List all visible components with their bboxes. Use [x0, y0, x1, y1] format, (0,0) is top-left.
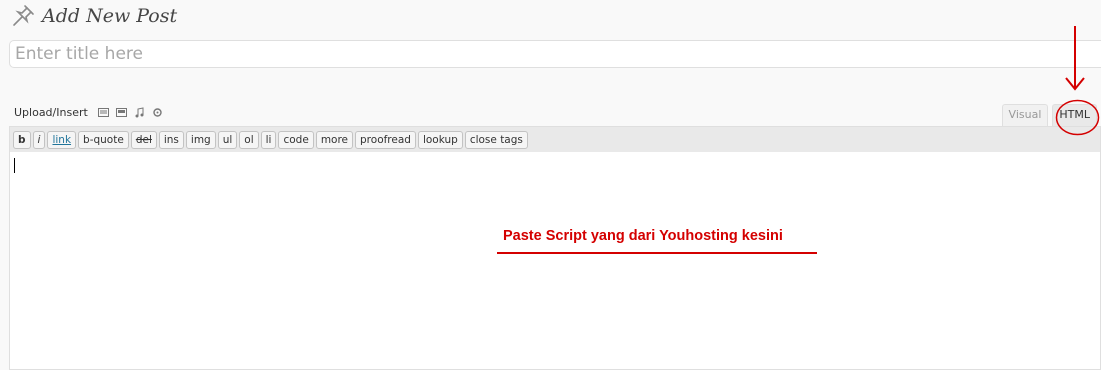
- post-title-input[interactable]: [9, 40, 1101, 68]
- blockquote-button[interactable]: b-quote: [78, 130, 129, 149]
- close-tags-button[interactable]: close tags: [464, 130, 528, 149]
- page-header: Add New Post: [10, 2, 177, 30]
- audio-icon[interactable]: [134, 107, 145, 118]
- annotation-text: Paste Script yang dari Youhosting kesini: [503, 228, 783, 244]
- quicktags-toolbar: b i link b-quote del ins img ul ol li co…: [9, 126, 1101, 152]
- link-button[interactable]: link: [47, 130, 77, 149]
- bold-button[interactable]: b: [13, 130, 31, 149]
- content-textarea[interactable]: [9, 152, 1101, 370]
- media-icon[interactable]: [152, 107, 163, 118]
- tab-visual[interactable]: Visual: [1001, 104, 1049, 126]
- upload-insert-label: Upload/Insert: [14, 106, 88, 119]
- video-icon[interactable]: [115, 107, 127, 118]
- insert-button[interactable]: ins: [158, 130, 184, 149]
- code-button[interactable]: code: [278, 130, 314, 149]
- arrow-down-icon: [1065, 26, 1085, 91]
- delete-button[interactable]: del: [130, 130, 157, 149]
- annotation-underline: [497, 252, 817, 254]
- upload-insert-bar: Upload/Insert: [14, 106, 170, 119]
- ordered-list-button[interactable]: ol: [239, 130, 259, 149]
- proofread-button[interactable]: proofread: [355, 130, 416, 149]
- list-item-button[interactable]: li: [260, 130, 277, 149]
- more-button[interactable]: more: [315, 130, 354, 149]
- italic-button[interactable]: i: [32, 130, 46, 149]
- unordered-list-button[interactable]: ul: [217, 130, 238, 149]
- image-button[interactable]: img: [185, 130, 216, 149]
- lookup-button[interactable]: lookup: [417, 130, 463, 149]
- pushpin-icon: [13, 5, 34, 26]
- text-cursor: [14, 158, 15, 173]
- highlight-circle: [1055, 99, 1100, 136]
- image-icon[interactable]: [97, 107, 109, 118]
- page-title: Add New Post: [42, 5, 178, 27]
